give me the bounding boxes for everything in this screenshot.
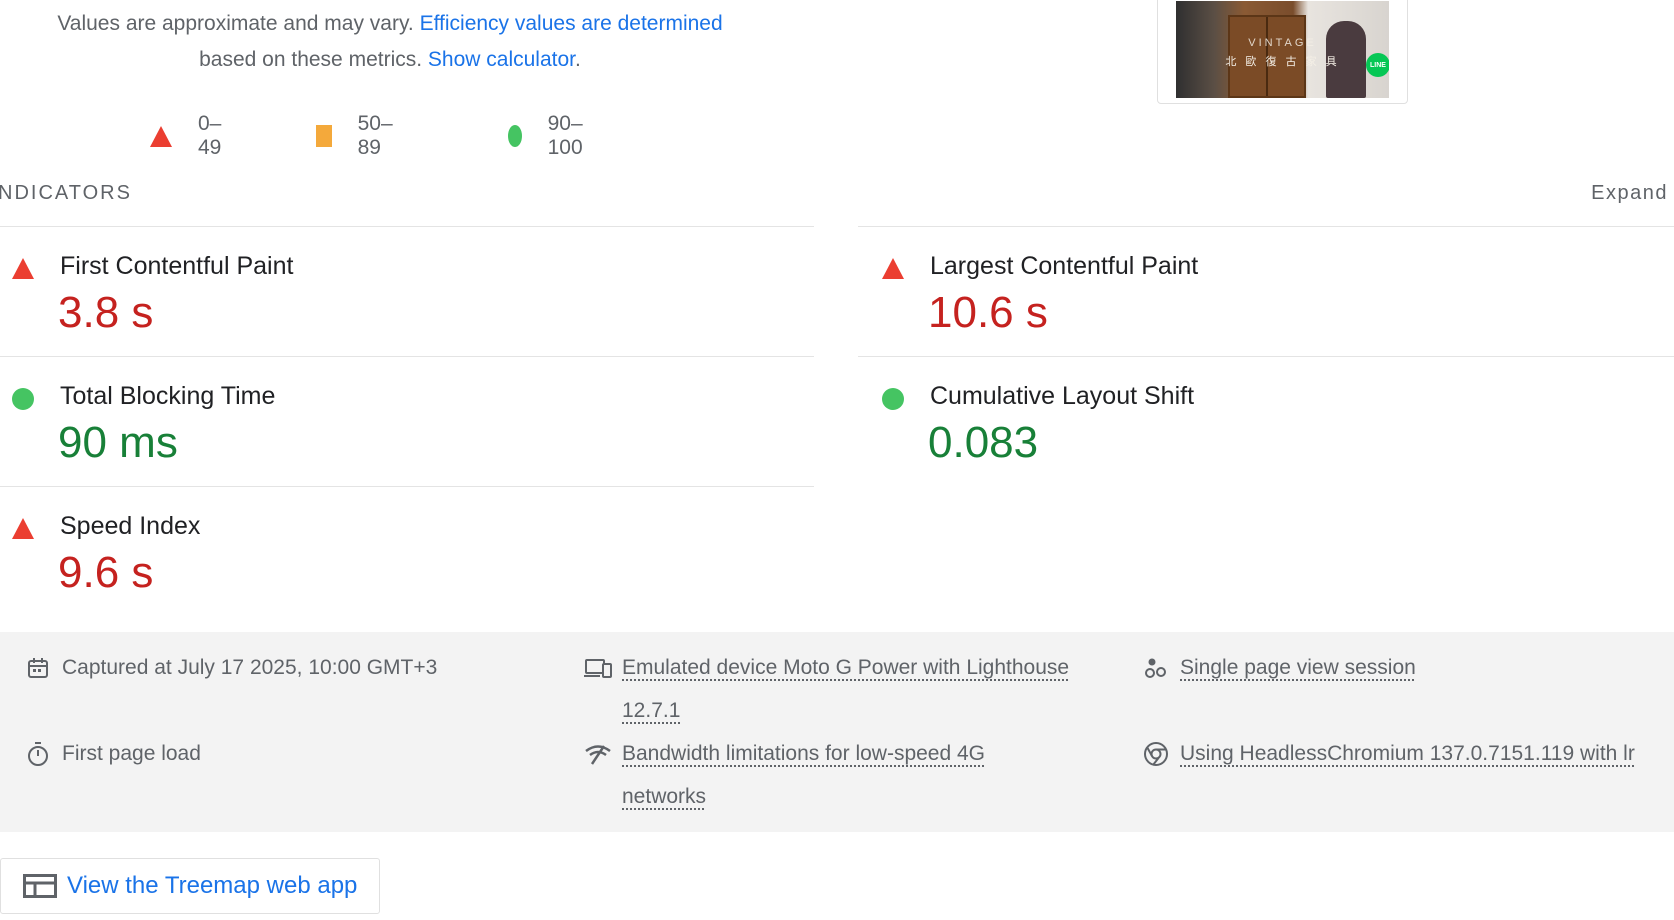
emulated-device-item[interactable]: Emulated device Moto G Power with Lighth… — [584, 646, 1069, 732]
metric-value: 10.6 s — [928, 288, 1048, 337]
expand-view-button[interactable]: Expand — [1591, 182, 1668, 205]
good-circle-icon — [12, 388, 34, 410]
triangle-icon — [150, 125, 172, 147]
view-treemap-button[interactable]: View the Treemap web app — [0, 858, 380, 914]
metric-value: 90 ms — [58, 418, 178, 467]
metric-label: Cumulative Layout Shift — [930, 382, 1195, 410]
bandwidth-line-2[interactable]: networks — [622, 785, 706, 808]
disclaimer-text: Values are approximate and may vary. — [57, 12, 420, 35]
chromium-icon — [1142, 732, 1170, 775]
circle-icon — [508, 125, 522, 147]
disclaimer-text-middle: based on these metrics. — [199, 48, 428, 71]
poor-triangle-icon — [12, 518, 34, 539]
metric-label: Speed Index — [60, 512, 201, 540]
show-calculator-link[interactable]: Show calculator — [428, 48, 575, 71]
metric-largest-contentful-paint: Largest Contentful Paint 10.6 s — [870, 246, 1630, 366]
legend-item-average: 50–89 — [316, 112, 399, 160]
treemap-button-label[interactable]: View the Treemap web app — [67, 872, 357, 900]
emulated-device-line-1[interactable]: Emulated device Moto G Power with Lighth… — [622, 656, 1069, 679]
treemap-icon — [23, 874, 57, 898]
metric-value: 3.8 s — [58, 288, 154, 337]
divider — [0, 226, 814, 227]
browser-item[interactable]: Using HeadlessChromium 137.0.7151.119 wi… — [1142, 732, 1635, 775]
session-icon — [1142, 646, 1170, 689]
captured-at-item: Captured at July 17 2025, 10:00 GMT+3 — [24, 646, 437, 689]
calendar-icon — [24, 646, 52, 689]
stopwatch-icon — [24, 732, 52, 775]
metrics-disclaimer: Values are approximate and may vary. Eff… — [40, 6, 740, 78]
metric-first-contentful-paint: First Contentful Paint 3.8 s — [0, 246, 760, 366]
section-heading: NDICATORS — [0, 182, 132, 204]
session-item[interactable]: Single page view session — [1142, 646, 1416, 689]
legend-item-good: 90–100 — [508, 112, 591, 160]
legend-item-poor: 0–49 — [150, 112, 221, 160]
metric-value: 0.083 — [928, 418, 1039, 467]
legend-label: 0–49 — [198, 112, 222, 159]
bandwidth-line-1[interactable]: Bandwidth limitations for low-speed 4G — [622, 742, 985, 765]
thumbnail-vintage-text: VINTAGE — [1248, 37, 1317, 49]
runtime-settings-panel: Captured at July 17 2025, 10:00 GMT+3 Em… — [0, 632, 1674, 832]
screenshot-image: VINTAGE 北 歐 復 古 家 具 LINE — [1176, 1, 1389, 98]
metric-value: 9.6 s — [58, 548, 154, 597]
thumbnail-cjk-text: 北 歐 復 古 家 具 — [1225, 56, 1340, 68]
metric-cumulative-layout-shift: Cumulative Layout Shift 0.083 — [870, 376, 1630, 496]
divider — [858, 226, 1674, 227]
page-load-item: First page load — [24, 732, 201, 775]
page-screenshot-thumbnail[interactable]: VINTAGE 北 歐 復 古 家 具 LINE — [1157, 0, 1408, 104]
session-text[interactable]: Single page view session — [1180, 646, 1416, 689]
square-icon — [316, 125, 332, 147]
good-circle-icon — [882, 388, 904, 410]
metric-label: Largest Contentful Paint — [930, 252, 1199, 280]
network-signal-icon — [584, 732, 612, 775]
poor-triangle-icon — [882, 258, 904, 279]
bandwidth-item[interactable]: Bandwidth limitations for low-speed 4G ne… — [584, 732, 985, 818]
page-load-text: First page load — [62, 742, 201, 765]
metric-total-blocking-time: Total Blocking Time 90 ms — [0, 376, 760, 496]
efficiency-values-link[interactable]: Efficiency values are determined — [420, 12, 723, 35]
metric-label: Total Blocking Time — [60, 382, 276, 410]
devices-icon — [584, 646, 612, 689]
bandwidth-text[interactable]: Bandwidth limitations for low-speed 4G ne… — [622, 732, 985, 818]
disclaimer-text-end: . — [575, 48, 581, 71]
poor-triangle-icon — [12, 258, 34, 279]
captured-at-text: Captured at July 17 2025, 10:00 GMT+3 — [62, 656, 438, 679]
emulated-device-text[interactable]: Emulated device Moto G Power with Lighth… — [622, 646, 1069, 732]
metric-label: First Contentful Paint — [60, 252, 294, 280]
line-badge-icon: LINE — [1366, 53, 1389, 77]
browser-text[interactable]: Using HeadlessChromium 137.0.7151.119 wi… — [1180, 732, 1635, 775]
emulated-device-line-2[interactable]: 12.7.1 — [622, 699, 680, 722]
metric-speed-index: Speed Index 9.6 s — [0, 506, 760, 626]
legend-label: 50–89 — [357, 112, 393, 159]
legend-label: 90–100 — [547, 112, 583, 159]
